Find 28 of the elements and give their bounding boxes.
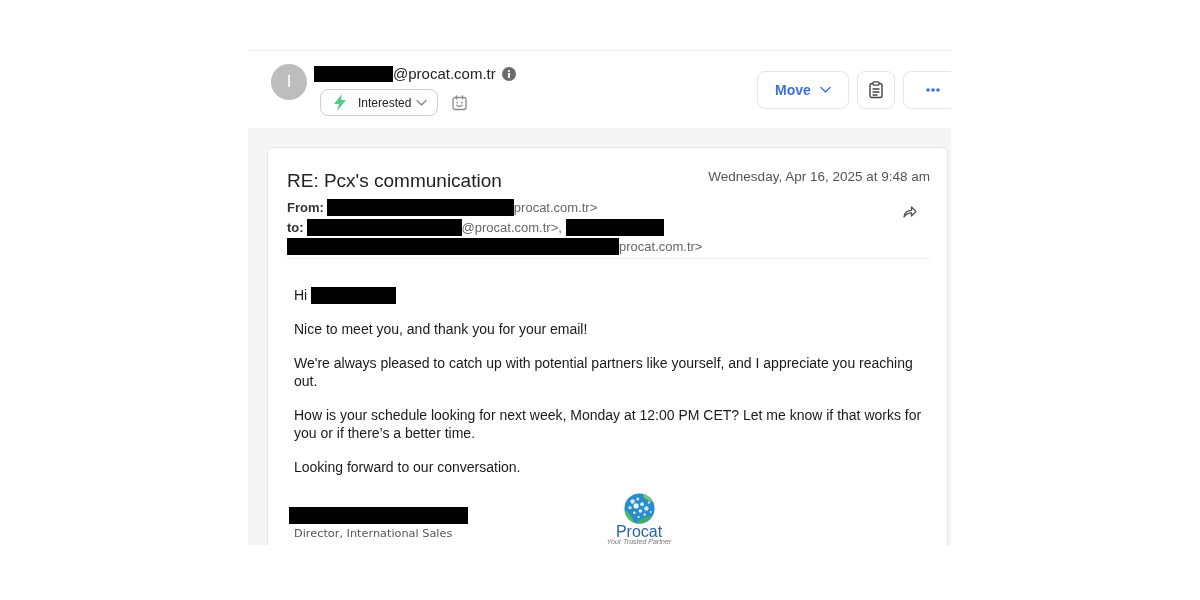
body-paragraph: Looking forward to our conversation.	[294, 458, 522, 476]
logo-sphere-icon	[623, 493, 655, 524]
email-date: Wednesday, Apr 16, 2025 at 9:48 am	[708, 169, 930, 185]
recipient-address: procat.com.tr>	[619, 238, 703, 255]
chevron-down-icon	[819, 86, 831, 94]
info-icon	[501, 66, 516, 81]
notes-button[interactable]	[857, 71, 895, 109]
logo-wordmark: Procat	[615, 525, 663, 538]
body-paragraph: We're always pleased to catch up with potential partners like yourself, and I appreciate you reaching out.	[294, 354, 914, 390]
email-subject: RE: Pcx's communication	[287, 169, 502, 193]
sender-email: @procat.com.tr	[393, 65, 496, 82]
recipient-address: @procat.com.tr>,	[461, 219, 562, 236]
lightning-icon	[333, 94, 347, 111]
signature-title: Director, International Sales	[294, 527, 454, 541]
to-label: to:	[287, 219, 304, 236]
move-button[interactable]: Move	[757, 71, 849, 109]
from-label: From:	[287, 199, 324, 216]
body-paragraph: How is your schedule looking for next week, Monday at 12:00 PM CET? Let me know if that works for you or if there’s a better time.	[294, 406, 923, 442]
sender-address: procat.com.tr>	[513, 199, 598, 216]
tag-dropdown[interactable]: Interested	[320, 89, 439, 116]
chevron-down-icon	[416, 98, 428, 107]
body-paragraph: Nice to meet you, and thank you for your email!	[294, 320, 589, 338]
calendar-smile-icon	[452, 94, 468, 111]
greeting-text: Hi	[294, 286, 308, 304]
forward-icon[interactable]	[903, 205, 917, 218]
clipboard-icon	[869, 81, 883, 99]
more-icon	[926, 88, 940, 92]
avatar: I	[271, 64, 307, 100]
